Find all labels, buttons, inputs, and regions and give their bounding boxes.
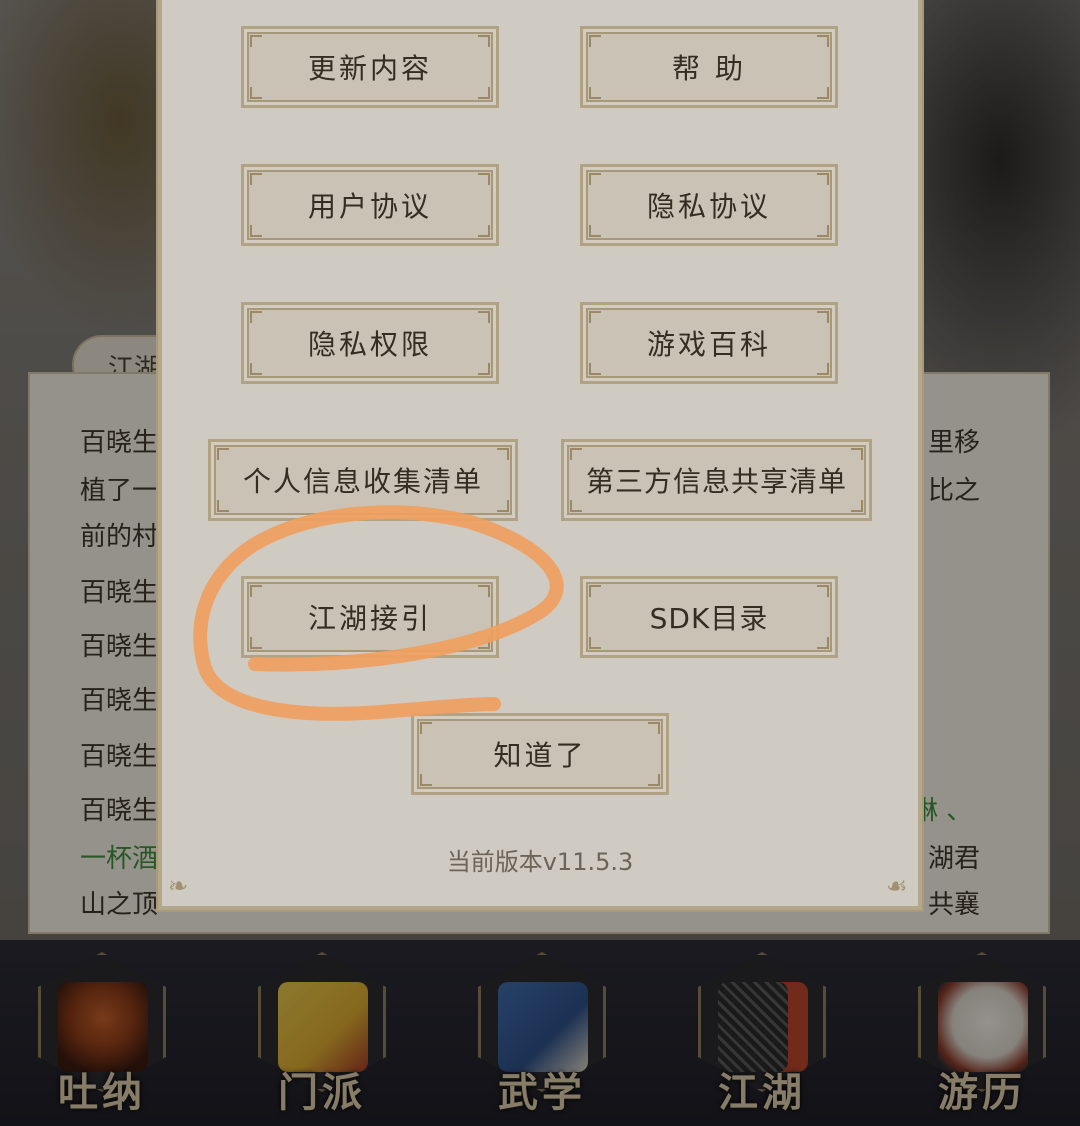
ornament — [250, 363, 262, 375]
ornament — [817, 363, 829, 375]
ornament — [478, 363, 490, 375]
ornament — [478, 173, 490, 185]
button-label: 隐私权限 — [307, 328, 432, 361]
ornament — [250, 225, 262, 237]
ornament — [648, 774, 660, 786]
ornament — [250, 637, 262, 649]
button-label: 个人信息收集清单 — [242, 465, 483, 498]
button-label: 游戏百科 — [646, 328, 771, 361]
version-label: 当前版本v11.5.3 — [446, 848, 634, 876]
ornament — [250, 35, 262, 47]
privacy-permissions-button[interactable]: 隐私权限 — [241, 302, 499, 384]
ornament — [478, 637, 490, 649]
ornament — [420, 774, 432, 786]
ornament — [497, 448, 509, 460]
ornament — [589, 35, 601, 47]
ornament — [217, 448, 229, 460]
update-content-button[interactable]: 更新内容 — [241, 26, 499, 108]
ornament — [589, 87, 601, 99]
button-label: 江湖接引 — [307, 602, 432, 635]
ornament — [589, 311, 601, 323]
button-label: 隐私协议 — [646, 190, 771, 223]
user-agreement-button[interactable]: 用户协议 — [241, 164, 499, 246]
jianghu-guide-button[interactable]: 江湖接引 — [241, 576, 499, 658]
button-label: 第三方信息共享清单 — [585, 465, 847, 498]
ornament — [817, 637, 829, 649]
ornament — [851, 448, 863, 460]
ornament — [570, 448, 582, 460]
ornament — [570, 500, 582, 512]
ornament — [817, 311, 829, 323]
button-label: 更新内容 — [307, 52, 432, 85]
ornament — [250, 173, 262, 185]
ornament — [217, 500, 229, 512]
ornament — [420, 722, 432, 734]
ornament — [589, 585, 601, 597]
button-label: 用户协议 — [307, 190, 432, 223]
ornament — [250, 87, 262, 99]
ornament — [478, 35, 490, 47]
ornament — [817, 225, 829, 237]
game-wiki-button[interactable]: 游戏百科 — [580, 302, 838, 384]
ornament — [851, 500, 863, 512]
ornament — [478, 225, 490, 237]
ornament — [589, 363, 601, 375]
ornament — [817, 35, 829, 47]
sdk-list-button[interactable]: SDK目录 — [580, 576, 838, 658]
ornament — [497, 500, 509, 512]
personal-info-list-button[interactable]: 个人信息收集清单 — [208, 439, 518, 521]
ok-button[interactable]: 知道了 — [411, 713, 669, 795]
button-label: SDK目录 — [649, 602, 769, 635]
help-button[interactable]: 帮 助 — [580, 26, 838, 108]
ornament — [478, 311, 490, 323]
button-label: 知道了 — [493, 739, 587, 772]
ornament — [648, 722, 660, 734]
third-party-info-list-button[interactable]: 第三方信息共享清单 — [561, 439, 872, 521]
ornament — [250, 585, 262, 597]
ornament — [478, 87, 490, 99]
ornament — [478, 585, 490, 597]
ornament — [817, 173, 829, 185]
ornament — [589, 225, 601, 237]
ornament — [589, 173, 601, 185]
button-label: 帮 助 — [672, 52, 746, 85]
ornament — [817, 87, 829, 99]
ornament — [589, 637, 601, 649]
ornament — [817, 585, 829, 597]
privacy-agreement-button[interactable]: 隐私协议 — [580, 164, 838, 246]
ornament — [250, 311, 262, 323]
